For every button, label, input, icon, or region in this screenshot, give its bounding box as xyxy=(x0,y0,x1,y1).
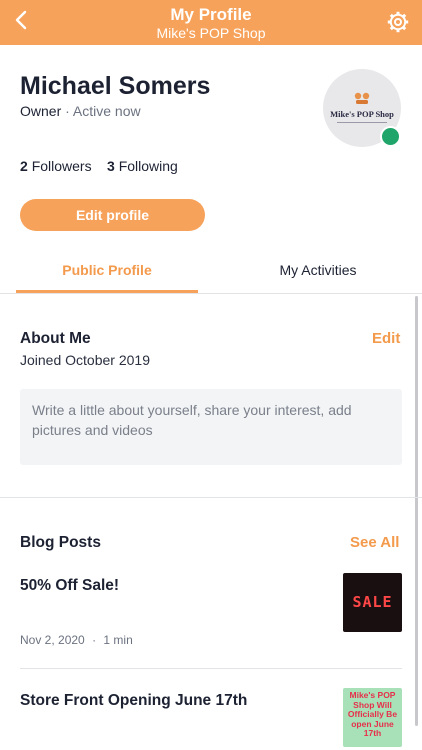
followers-number: 2 xyxy=(20,158,28,174)
thumbnail-text: Mike's POP Shop Will Officially Be open … xyxy=(347,690,398,738)
app-header: My Profile Mike's POP Shop xyxy=(0,0,422,45)
post-read-time: 1 min xyxy=(103,633,133,647)
following-label: Following xyxy=(118,158,178,174)
profile-name: Michael Somers xyxy=(20,72,211,100)
about-placeholder: Write a little about yourself, share you… xyxy=(32,402,352,438)
about-input[interactable]: Write a little about yourself, share you… xyxy=(20,389,402,465)
site-name: Mike's POP Shop xyxy=(156,25,266,41)
online-status-dot xyxy=(380,126,401,147)
separator: · xyxy=(92,633,97,647)
profile-role-status: Owner · Active now xyxy=(20,103,141,119)
shop-logo-icon xyxy=(354,92,370,104)
thumbnail-text: SALE xyxy=(352,593,393,611)
following-number: 3 xyxy=(107,158,115,174)
blog-post-title[interactable]: Store Front Opening June 17th xyxy=(20,692,247,710)
post-divider xyxy=(20,668,402,669)
gear-icon[interactable] xyxy=(386,10,410,34)
tab-my-activities[interactable]: My Activities xyxy=(218,262,418,278)
activity-status: Active now xyxy=(72,103,141,119)
scrollbar[interactable] xyxy=(415,296,418,726)
about-me-title: About Me xyxy=(20,330,91,347)
blog-posts-title: Blog Posts xyxy=(20,534,101,551)
joined-date: Joined October 2019 xyxy=(20,352,150,368)
followers-label: Followers xyxy=(31,158,92,174)
tab-divider xyxy=(0,293,422,294)
separator: · xyxy=(65,103,70,119)
following-count[interactable]: 3 Following xyxy=(107,158,178,174)
edit-profile-button[interactable]: Edit profile xyxy=(20,199,205,231)
post-date: Nov 2, 2020 xyxy=(20,633,85,647)
tab-public-profile[interactable]: Public Profile xyxy=(16,262,198,278)
blog-post-meta: Nov 2, 2020 · 1 min xyxy=(20,633,133,647)
section-divider xyxy=(0,497,422,498)
post-thumbnail[interactable]: SALE xyxy=(343,573,402,632)
page-title: My Profile xyxy=(170,5,252,24)
followers-count[interactable]: 2 Followers xyxy=(20,158,92,174)
avatar-logo-text: Mike's POP Shop xyxy=(330,109,394,119)
see-all-link[interactable]: See All xyxy=(350,534,399,551)
role-label: Owner xyxy=(20,103,62,119)
about-edit-link[interactable]: Edit xyxy=(372,330,400,347)
logo-divider xyxy=(337,122,387,123)
post-thumbnail[interactable]: Mike's POP Shop Will Officially Be open … xyxy=(343,688,402,747)
blog-post-title[interactable]: 50% Off Sale! xyxy=(20,577,119,595)
